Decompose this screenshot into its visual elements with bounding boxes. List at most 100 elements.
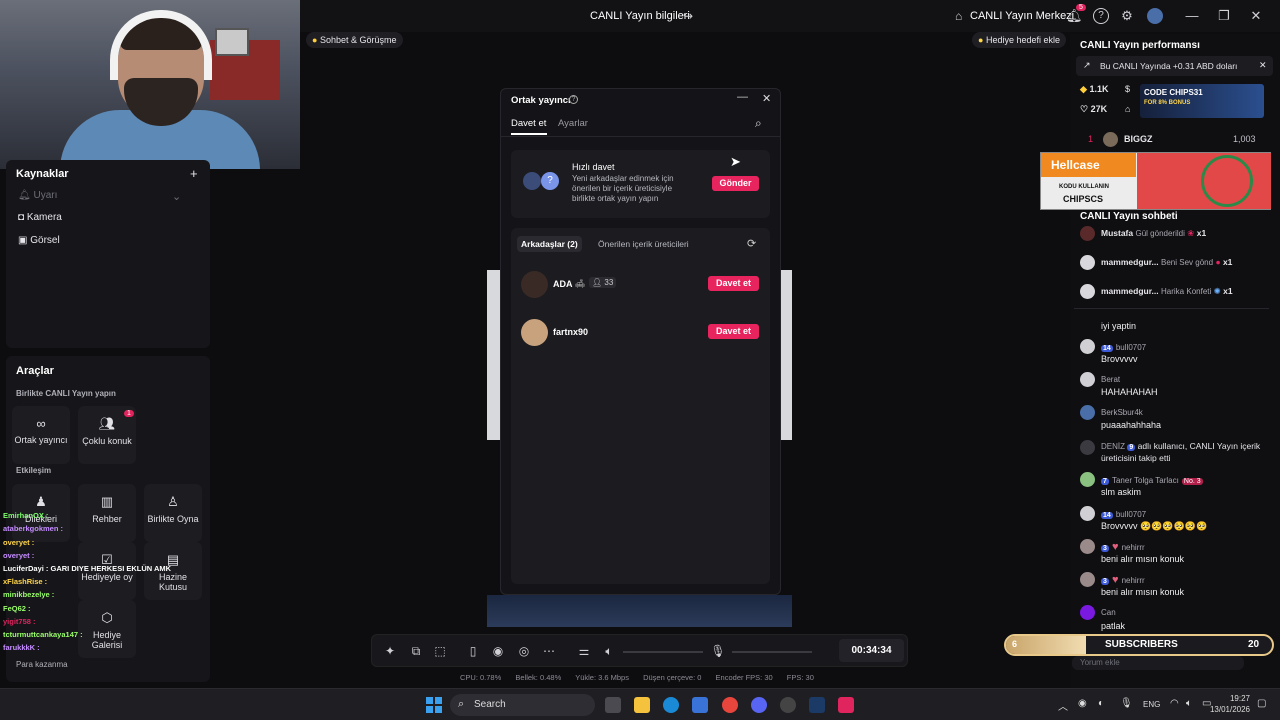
overlay-chat-line: yigit758 : [3,617,36,626]
close-icon[interactable]: ✕ [1259,60,1267,71]
discord-icon[interactable] [751,697,767,713]
comment-input[interactable]: Yorum ekle [1072,656,1244,670]
heart-icon: ♡ [1080,104,1089,114]
friends-card: Arkadaşlar (2) Önerilen içerik üreticile… [511,228,770,584]
volume-slider[interactable] [623,651,703,653]
friend-avatar [521,319,548,346]
close-button[interactable]: ✕ [1248,8,1264,24]
friend-name: fartnx90 [553,327,589,337]
link-icon: ∞ [36,416,46,431]
gift-avatar [1080,226,1095,241]
help-icon[interactable]: ? [1093,8,1109,24]
minimize-button[interactable]: — [1184,8,1200,24]
subscribers-bar: 6 SUBSCRIBERS 20 [1004,634,1274,656]
coin-icon: ● [312,35,318,45]
invite-button[interactable]: Davet et [708,276,759,291]
gift-text: Gül gönderildi [1135,229,1185,238]
mic-slider[interactable] [732,651,812,653]
dialog-minimize-button[interactable]: — [737,91,748,103]
add-source-button[interactable]: + [190,166,198,181]
invite-button[interactable]: Davet et [708,324,759,339]
tray-discord-icon[interactable]: ◉ [1078,698,1087,709]
tray-app-icon[interactable]: ◐ [1098,698,1104,709]
tab-invite[interactable]: Davet et [511,118,546,129]
stream-preview-bottom [487,595,792,627]
settings-app-icon[interactable] [780,697,796,713]
gift-user: Mustafa [1101,228,1134,238]
phone-icon[interactable]: ▯ [465,643,481,659]
clock-date[interactable]: 13/01/2026 [1208,705,1250,714]
performance-title: CANLI Yayın performansı [1080,40,1200,51]
overlay-chat-line: farukkkK : [3,643,40,652]
tab-friends[interactable]: Arkadaşlar (2) [517,236,582,252]
refresh-icon[interactable]: ⟳ [747,237,756,250]
chat-message: iyi yaptin [1101,321,1137,331]
code-ad-sub: FOR 8% BONUS [1144,100,1191,106]
taskbar-search[interactable]: ⌕ Search [450,694,595,716]
diamonds-stat: ◆ 1.1K [1080,84,1108,95]
steam-icon[interactable] [809,697,825,713]
magic-wand-icon[interactable]: ✦ [382,643,398,659]
tray-mic-icon[interactable]: 🎙︎ [1120,698,1133,709]
fps-stat: FPS: 30 [786,673,814,682]
clock-time[interactable]: 19:27 [1224,694,1250,703]
send-button[interactable]: Gönder [712,176,759,191]
level-badge: 9 [1127,444,1136,451]
heart-badge-icon: ♥ [1111,574,1119,586]
chevron-down-icon[interactable]: ⌄ [172,190,181,203]
dialog-close-button[interactable]: ✕ [762,92,771,105]
live-center-link[interactable]: CANLI Yayın Merkezi [970,10,1074,22]
stream-info-title[interactable]: CANLI Yayın bilgileri [590,10,690,22]
help-icon[interactable]: ? [569,95,578,104]
webcam-feed [0,0,300,169]
chat-username: Berat [1101,375,1121,384]
tab-settings[interactable]: Ayarlar [558,118,588,129]
overlay-chat-line: ataberkgokmen : [3,524,64,533]
resize-icon[interactable]: ⬚ [432,643,448,659]
store-icon[interactable] [692,697,708,713]
more-icon[interactable]: ⋯ [541,643,557,659]
gear-icon[interactable]: ⚙ [1119,8,1135,24]
source-image[interactable]: ▣ Görsel [18,235,60,246]
cohost-tool-label: Ortak yayıncı [14,435,68,445]
source-camera[interactable]: ◘ Kamera [18,212,62,223]
volume-icon[interactable]: 🔈︎ [1186,698,1192,709]
speaker-icon[interactable]: 🔈︎ [601,643,617,659]
chevron-up-icon[interactable]: ︿ [1058,698,1068,713]
gift-count: x1 [1196,228,1207,238]
language-indicator[interactable]: ENG [1143,700,1160,709]
tab-suggested-creators[interactable]: Önerilen içerik üreticileri [598,239,689,249]
windows-start-icon[interactable] [426,697,442,713]
cohost-tool[interactable]: ∞ Ortak yayıncı [12,406,70,464]
wifi-icon[interactable]: ◠ [1170,698,1179,709]
share-icon[interactable]: ↪ [683,9,693,23]
layout-icon[interactable]: ⧉ [408,643,424,659]
multiguest-tool-label: Çoklu konuk [82,436,132,446]
maximize-button[interactable]: ❐ [1216,8,1232,24]
record-icon[interactable]: ◉ [490,643,506,659]
gift-user: mammedgur... [1101,286,1159,296]
gift-user: mammedgur... [1101,257,1159,267]
chat-username: bull0707 [1115,343,1147,352]
chat-tag[interactable]: ● Sohbet & Görüşme [306,32,403,48]
chat-avatar [1080,539,1095,554]
search-icon[interactable]: ⌕ [755,116,762,131]
file-explorer-icon[interactable] [634,697,650,713]
target-icon[interactable]: ◎ [516,643,532,659]
trend-icon: ↗ [1083,60,1091,70]
chrome-icon[interactable] [722,697,738,713]
task-view-icon[interactable] [605,697,621,713]
avatar[interactable] [1147,8,1163,24]
sliders-icon[interactable]: ⚌ [576,643,592,659]
subscribers-label: SUBSCRIBERS [1105,639,1178,650]
microphone-icon[interactable]: 🎙︎ [710,643,726,659]
gift-goal-tag[interactable]: ● Hediye hedefi ekle [972,32,1067,48]
edge-icon[interactable] [663,697,679,713]
notification-icon[interactable]: ▢ [1257,698,1266,709]
source-camera-label: Kamera [26,212,62,223]
source-alert[interactable]: 🔔︎ Uyarı [18,190,57,201]
gift-row: Mustafa Gül gönderildi ❀ x1 [1101,228,1206,239]
sources-title: Kaynaklar [16,168,69,180]
live-studio-icon[interactable] [838,697,854,713]
sources-panel: Kaynaklar + 🔔︎ Uyarı ⌄ ◘ Kamera ▣ Görsel [6,160,210,348]
